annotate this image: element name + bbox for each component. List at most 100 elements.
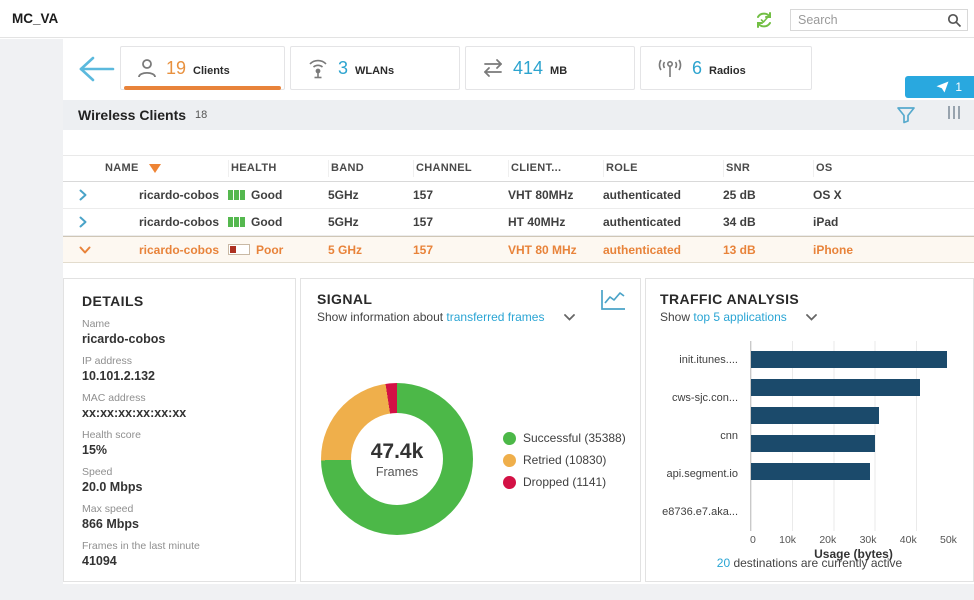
top-bar: MC_VA xyxy=(0,0,974,38)
traffic-bar xyxy=(751,351,947,368)
cell-band: 5GHz xyxy=(328,215,413,229)
cell-health: Good xyxy=(228,188,328,202)
field-value: 20.0 Mbps xyxy=(82,480,277,494)
tab-radios[interactable]: 6 Radios xyxy=(640,46,812,90)
traffic-panel: TRAFFIC ANALYSIS Show top 5 applications… xyxy=(645,278,974,582)
row-collapse-icon[interactable] xyxy=(63,246,103,254)
traffic-bar xyxy=(751,407,879,424)
column-header-name[interactable]: NAME xyxy=(103,160,228,177)
traffic-subtitle-text: Show xyxy=(660,310,693,324)
traffic-subtitle: Show top 5 applications xyxy=(660,310,959,324)
column-header-client[interactable]: CLIENT... xyxy=(508,160,603,177)
cell-os: iPhone xyxy=(813,243,974,257)
bar-label: e8736.e7.aka... xyxy=(658,493,746,531)
legend-dot xyxy=(503,432,516,445)
alert-badge[interactable]: 1 xyxy=(905,76,974,98)
donut-center-label: Frames xyxy=(376,465,418,479)
cell-client: HT 40MHz xyxy=(508,215,603,229)
legend-item: Successful (35388) xyxy=(503,431,626,445)
section-count: 18 xyxy=(195,109,207,121)
active-destinations-count[interactable]: 20 xyxy=(717,556,730,570)
signal-subtitle: Show information about transferred frame… xyxy=(317,310,624,324)
radios-icon xyxy=(655,56,685,80)
cell-os: iPad xyxy=(813,215,974,229)
section-title: Wireless Clients xyxy=(78,107,186,123)
donut-center: 47.4k Frames xyxy=(351,413,443,505)
field-label: Speed xyxy=(82,466,277,478)
bar-label: init.itunes.... xyxy=(658,341,746,379)
radios-count: 6 xyxy=(692,58,702,79)
field-label: IP address xyxy=(82,355,277,367)
cell-os: OS X xyxy=(813,188,974,202)
tab-traffic-mb[interactable]: 414 MB xyxy=(465,46,635,90)
search-input[interactable] xyxy=(798,11,938,29)
cell-band: 5GHz xyxy=(328,188,413,202)
table-row-selected[interactable]: ricardo-cobos Poor 5 GHz 157 VHT 80 MHz … xyxy=(63,236,974,263)
signal-panel: SIGNAL Show information about transferre… xyxy=(300,278,641,582)
field-label: MAC address xyxy=(82,392,277,404)
table-row[interactable]: ricardo-cobos Good 5GHz 157 HT 40MHz aut… xyxy=(63,209,974,236)
bar-label: cws-sjc.con... xyxy=(658,379,746,417)
section-header: Wireless Clients 18 xyxy=(63,100,974,130)
left-gutter xyxy=(0,39,63,600)
field-value: 41094 xyxy=(82,554,277,568)
columns-settings-icon[interactable] xyxy=(948,106,960,119)
clients-table: NAME HEALTH BAND CHANNEL CLIENT... ROLE … xyxy=(63,155,974,263)
legend-dot xyxy=(503,476,516,489)
row-expand-icon[interactable] xyxy=(63,189,103,201)
tab-wlans[interactable]: 3 WLANs xyxy=(290,46,460,90)
table-row[interactable]: ricardo-cobos Good 5GHz 157 VHT 80MHz au… xyxy=(63,182,974,209)
clients-label: Clients xyxy=(193,65,230,77)
cell-name: ricardo-cobos xyxy=(103,188,228,202)
field-label: Frames in the last minute xyxy=(82,540,277,552)
cell-client: VHT 80 MHz xyxy=(508,243,603,257)
column-header-channel[interactable]: CHANNEL xyxy=(413,160,508,177)
traffic-dropdown-icon[interactable] xyxy=(806,314,817,321)
cell-channel: 157 xyxy=(413,243,508,257)
wlans-icon xyxy=(305,55,331,81)
cell-snr: 25 dB xyxy=(723,188,813,202)
legend-label: Successful (35388) xyxy=(523,431,626,445)
mb-label: MB xyxy=(550,65,567,77)
cell-client: VHT 80MHz xyxy=(508,188,603,202)
legend-label: Dropped (1141) xyxy=(523,475,606,489)
signal-dropdown-icon[interactable] xyxy=(564,314,575,321)
back-button[interactable] xyxy=(76,55,116,83)
field-value: 15% xyxy=(82,443,277,457)
sync-icon xyxy=(753,9,775,31)
traffic-x-axis: 0 10k 20k 30k 40k 50k xyxy=(750,534,957,546)
details-title: DETAILS xyxy=(82,293,277,309)
field-label: Max speed xyxy=(82,503,277,515)
cell-snr: 34 dB xyxy=(723,215,813,229)
traffic-chart: init.itunes.... cws-sjc.con... cnn api.s… xyxy=(658,341,957,531)
cell-name: ricardo-cobos xyxy=(103,243,228,257)
transferred-frames-link[interactable]: transferred frames xyxy=(446,310,544,324)
legend-item: Retried (10830) xyxy=(503,453,626,467)
signal-legend: Successful (35388) Retried (10830) Dropp… xyxy=(503,431,626,497)
cell-snr: 13 dB xyxy=(723,243,813,257)
legend-item: Dropped (1141) xyxy=(503,475,626,489)
app-title: MC_VA xyxy=(12,0,58,38)
field-value: ricardo-cobos xyxy=(82,332,277,346)
tab-clients[interactable]: 19 Clients xyxy=(120,46,285,90)
column-header-health[interactable]: HEALTH xyxy=(228,160,328,177)
row-expand-icon[interactable] xyxy=(63,216,103,228)
search-icon[interactable] xyxy=(947,13,962,28)
cell-role: authenticated xyxy=(603,188,723,202)
health-good-indicator xyxy=(228,217,245,227)
bar-label: api.segment.io xyxy=(658,455,746,493)
filter-icon[interactable] xyxy=(896,105,916,125)
column-header-os[interactable]: OS xyxy=(813,160,974,177)
sync-button[interactable] xyxy=(753,9,775,31)
field-value: xx:xx:xx:xx:xx:xx xyxy=(82,406,277,420)
wlans-label: WLANs xyxy=(355,65,394,77)
column-header-role[interactable]: ROLE xyxy=(603,160,723,177)
line-chart-icon[interactable] xyxy=(600,288,627,311)
search-box xyxy=(790,9,968,31)
cell-role: authenticated xyxy=(603,215,723,229)
signal-donut: 47.4k Frames xyxy=(321,383,473,535)
clients-icon xyxy=(135,56,159,80)
column-header-snr[interactable]: SNR xyxy=(723,160,813,177)
top5-applications-link[interactable]: top 5 applications xyxy=(693,310,786,324)
column-header-band[interactable]: BAND xyxy=(328,160,413,177)
